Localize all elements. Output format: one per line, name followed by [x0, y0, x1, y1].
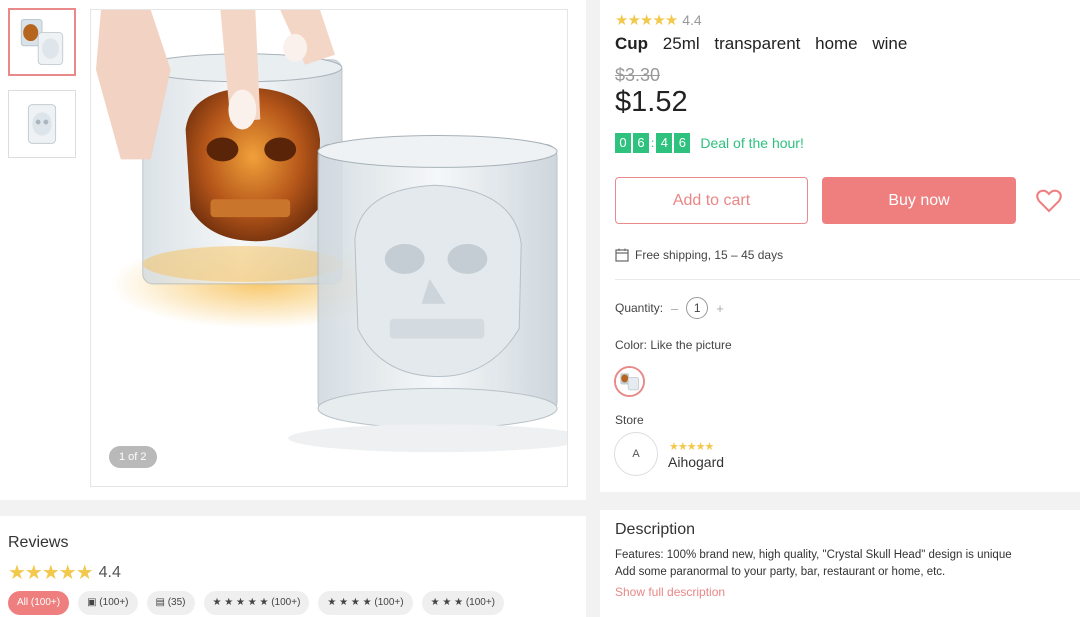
description-title: Description [615, 521, 696, 538]
store-rating-stars-icon: ★★★★★ [669, 441, 714, 453]
quantity-value[interactable]: 1 [686, 297, 709, 319]
thumbnail-1[interactable] [8, 8, 76, 76]
deal-label: Deal of the hour! [700, 135, 804, 151]
store-label: Store [615, 413, 644, 427]
filter-chip-5-stars[interactable]: ★ ★ ★ ★ ★ (100+) [203, 591, 310, 615]
reviews-stars-icon: ★★★★★ [8, 562, 94, 584]
quantity-label: Quantity: [615, 301, 664, 315]
show-full-description-link[interactable]: Show full description [615, 585, 725, 599]
product-title: Cup 25ml transparent home wine [615, 34, 917, 54]
review-filter-chips: All (100+) ▣ (100+) ▤ (35) ★ ★ ★ ★ ★ (10… [8, 591, 513, 615]
quantity-stepper: Quantity: – 1 + [615, 297, 732, 319]
timer-digit: 4 [656, 133, 673, 153]
shipping-text: Free shipping, 15 – 45 days [635, 248, 784, 262]
rating-stars-icon: ★★★★★ [615, 12, 678, 29]
skull-glass-photo [91, 10, 567, 486]
product-gallery: 1 of 2 [0, 0, 586, 500]
store-avatar[interactable]: A [614, 432, 658, 476]
thumbnail-2[interactable] [8, 90, 76, 158]
add-to-cart-button[interactable]: Add to cart [615, 177, 808, 224]
calendar-icon [615, 248, 629, 262]
reviews-title: Reviews [8, 534, 69, 551]
deal-timer: 0 6 : 4 6 Deal of the hour! [615, 133, 804, 153]
description-panel: Description Features: 100% brand new, hi… [600, 510, 1080, 617]
color-option-swatch[interactable] [614, 366, 645, 397]
swatch-image [616, 368, 643, 395]
store-name-link[interactable]: Aihogard [668, 454, 724, 470]
filter-chip-all[interactable]: All (100+) [8, 591, 70, 615]
title-word-5: wine [872, 34, 908, 53]
product-rating[interactable]: ★★★★★ 4.4 [615, 11, 702, 29]
description-line-2: Add some paranormal to your party, bar, … [615, 566, 946, 578]
reviews-rating: ★★★★★ 4.4 [8, 560, 121, 585]
filter-chip-3-stars[interactable]: ★ ★ ★ (100+) [421, 591, 505, 615]
buy-now-button[interactable]: Buy now [822, 177, 1016, 224]
reviews-panel: Reviews ★★★★★ 4.4 All (100+) ▣ (100+) ▤ … [0, 516, 586, 617]
original-price: $3.30 [615, 65, 661, 85]
main-product-image[interactable]: 1 of 2 [90, 9, 568, 487]
timer-digit: 0 [615, 133, 631, 153]
thumbnail-2-image [9, 91, 75, 157]
title-word-2: 25ml [662, 34, 700, 53]
heart-icon[interactable] [1036, 189, 1062, 213]
color-label: Color: Like the picture [615, 338, 732, 352]
image-counter: 1 of 2 [109, 446, 157, 468]
quantity-increase-button[interactable]: + [716, 301, 724, 316]
title-word-1: Cup [615, 34, 649, 53]
quantity-decrease-button[interactable]: – [671, 301, 678, 316]
title-word-4: home [815, 34, 858, 53]
reviews-rating-value: 4.4 [98, 563, 121, 581]
product-info-panel: ★★★★★ 4.4 Cup 25ml transparent home wine… [600, 0, 1080, 492]
thumbnail-1-image [10, 10, 74, 74]
timer-separator: : [651, 136, 655, 150]
description-line-1: Features: 100% brand new, high quality, … [615, 549, 1012, 561]
divider [615, 279, 1080, 280]
timer-digit: 6 [633, 133, 649, 153]
shipping-info: Free shipping, 15 – 45 days [615, 248, 783, 262]
rating-value: 4.4 [682, 12, 702, 28]
filter-chip-4-stars[interactable]: ★ ★ ★ ★ (100+) [318, 591, 413, 615]
current-price: $1.52 [615, 86, 688, 118]
title-word-3: transparent [714, 34, 801, 53]
filter-chip-comments[interactable]: ▤ (35) [146, 591, 195, 615]
timer-digit: 6 [674, 133, 691, 153]
filter-chip-photos[interactable]: ▣ (100+) [78, 591, 138, 615]
